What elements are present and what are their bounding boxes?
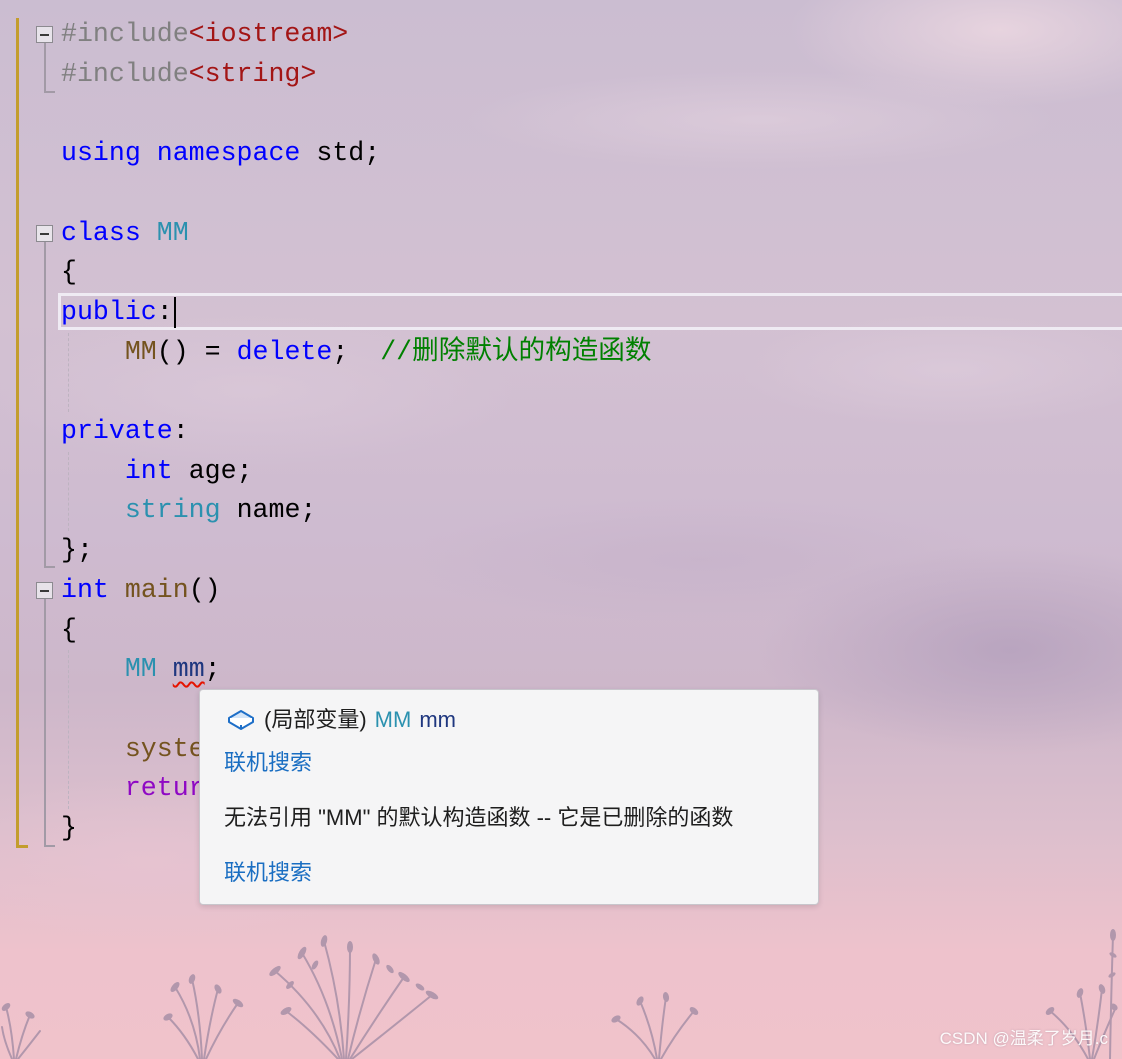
code-line[interactable]: } (61, 809, 77, 849)
code-token: : (156, 296, 173, 327)
watermark: CSDN @温柔了岁月.c (939, 1029, 1108, 1048)
code-token: #include (61, 19, 189, 49)
code-token: : (172, 416, 189, 446)
code-token: age; (172, 455, 253, 486)
search-online-error-link[interactable]: 联机搜索 (224, 859, 312, 887)
local-variable-icon (228, 710, 254, 730)
code-token: using (61, 138, 141, 169)
code-token: MM (124, 654, 157, 685)
code-token: class (61, 217, 141, 248)
code-line[interactable]: { (61, 253, 77, 293)
code-token: int (61, 574, 109, 605)
error-message: 无法引用 "MM" 的默认构造函数 -- 它是已删除的函数 (224, 805, 734, 830)
search-online-link[interactable]: 联机搜索 (224, 749, 312, 777)
symbol-type-name[interactable]: MM (375, 707, 412, 732)
code-line[interactable]: #include<iostream> (61, 15, 348, 55)
code-token: public (61, 296, 157, 327)
code-line[interactable]: private: (61, 412, 189, 452)
error-identifier[interactable]: mm (173, 654, 205, 684)
code-token: <iostream> (188, 19, 349, 49)
symbol-variable-name: mm (419, 707, 456, 732)
code-line[interactable]: }; (61, 531, 93, 571)
code-line[interactable]: { (61, 611, 77, 651)
code-token: ; (332, 336, 381, 367)
symbol-kind-label: (局部变量) (264, 707, 367, 732)
code-line[interactable]: MM() = delete; //删除默认的构造函数 (61, 333, 652, 373)
code-line[interactable]: #include<string> (61, 55, 316, 95)
code-token: MM (124, 336, 157, 367)
code-line[interactable]: class MM (61, 214, 189, 254)
code-token: string (124, 495, 221, 526)
code-token: //删除默认的构造函数 (380, 336, 652, 367)
code-token: MM (156, 217, 189, 248)
code-token: syste (124, 733, 205, 764)
code-line[interactable]: int age; (61, 452, 253, 492)
code-token: <string> (188, 58, 317, 89)
code-line[interactable]: string name; (61, 491, 317, 531)
code-token: std; (300, 138, 381, 169)
text-caret (174, 297, 176, 328)
code-line[interactable]: MM mm; (61, 650, 221, 690)
code-token: retur (124, 773, 205, 804)
code-token: private (61, 416, 173, 446)
quick-info-tooltip: (局部变量) MM mm 联机搜索 无法引用 "MM" 的默认构造函数 -- 它是已… (199, 689, 819, 905)
code-token: { (61, 614, 77, 645)
code-token: main (124, 574, 189, 605)
code-token: ; (204, 654, 221, 685)
code-token: name; (220, 495, 317, 526)
code-token: () = (156, 336, 237, 367)
code-line[interactable]: syste (61, 730, 205, 770)
code-token: } (61, 813, 77, 843)
code-token: () (188, 574, 221, 605)
code-token: { (61, 257, 77, 288)
code-token: namespace (156, 138, 301, 169)
code-line[interactable]: int main() (61, 571, 221, 611)
code-token: int (124, 455, 173, 486)
code-line[interactable]: retur (61, 769, 205, 809)
code-token: }; (61, 535, 93, 566)
code-line[interactable]: public: (61, 293, 173, 333)
code-token: #include (61, 58, 189, 89)
quick-info-signature: (局部变量) MM mm (264, 706, 456, 734)
code-line[interactable]: using namespace std; (61, 134, 380, 174)
code-token: delete (236, 336, 333, 367)
